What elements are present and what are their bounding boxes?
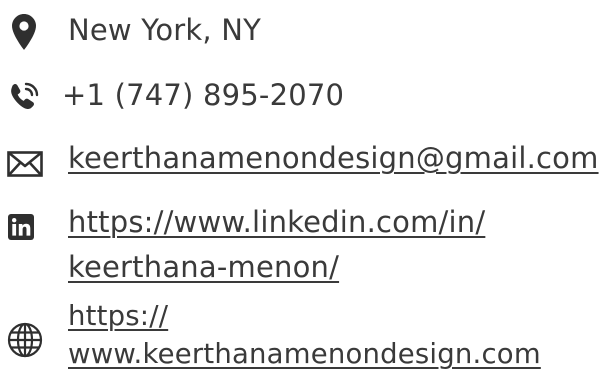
map-pin-icon: [11, 13, 37, 51]
contact-item-linkedin: https://www.linkedin.com/in/ keerthana-m…: [0, 202, 606, 292]
website-link-line1[interactable]: https://: [68, 298, 541, 336]
contact-item-email: keerthanamenondesign@gmail.com: [0, 138, 606, 182]
website-link-line2[interactable]: www.keerthanamenondesign.com: [68, 336, 541, 374]
contact-item-phone: +1 (747) 895-2070: [0, 75, 606, 119]
linkedin-icon: [8, 214, 34, 240]
email-link[interactable]: keerthanamenondesign@gmail.com: [68, 138, 599, 178]
globe-icon: [7, 322, 43, 358]
linkedin-link-line1[interactable]: https://www.linkedin.com/in/: [68, 202, 485, 247]
contact-item-website: https:// www.keerthanamenondesign.com: [0, 298, 606, 377]
phone-call-icon: [8, 81, 42, 113]
linkedin-link[interactable]: https://www.linkedin.com/in/ keerthana-m…: [68, 202, 485, 287]
linkedin-link-line2[interactable]: keerthana-menon/: [68, 247, 485, 287]
website-link[interactable]: https:// www.keerthanamenondesign.com: [68, 298, 541, 374]
envelope-icon: [7, 151, 43, 177]
contact-item-location: New York, NY: [0, 10, 606, 54]
phone-text: +1 (747) 895-2070: [62, 78, 345, 112]
location-text: New York, NY: [68, 13, 262, 47]
